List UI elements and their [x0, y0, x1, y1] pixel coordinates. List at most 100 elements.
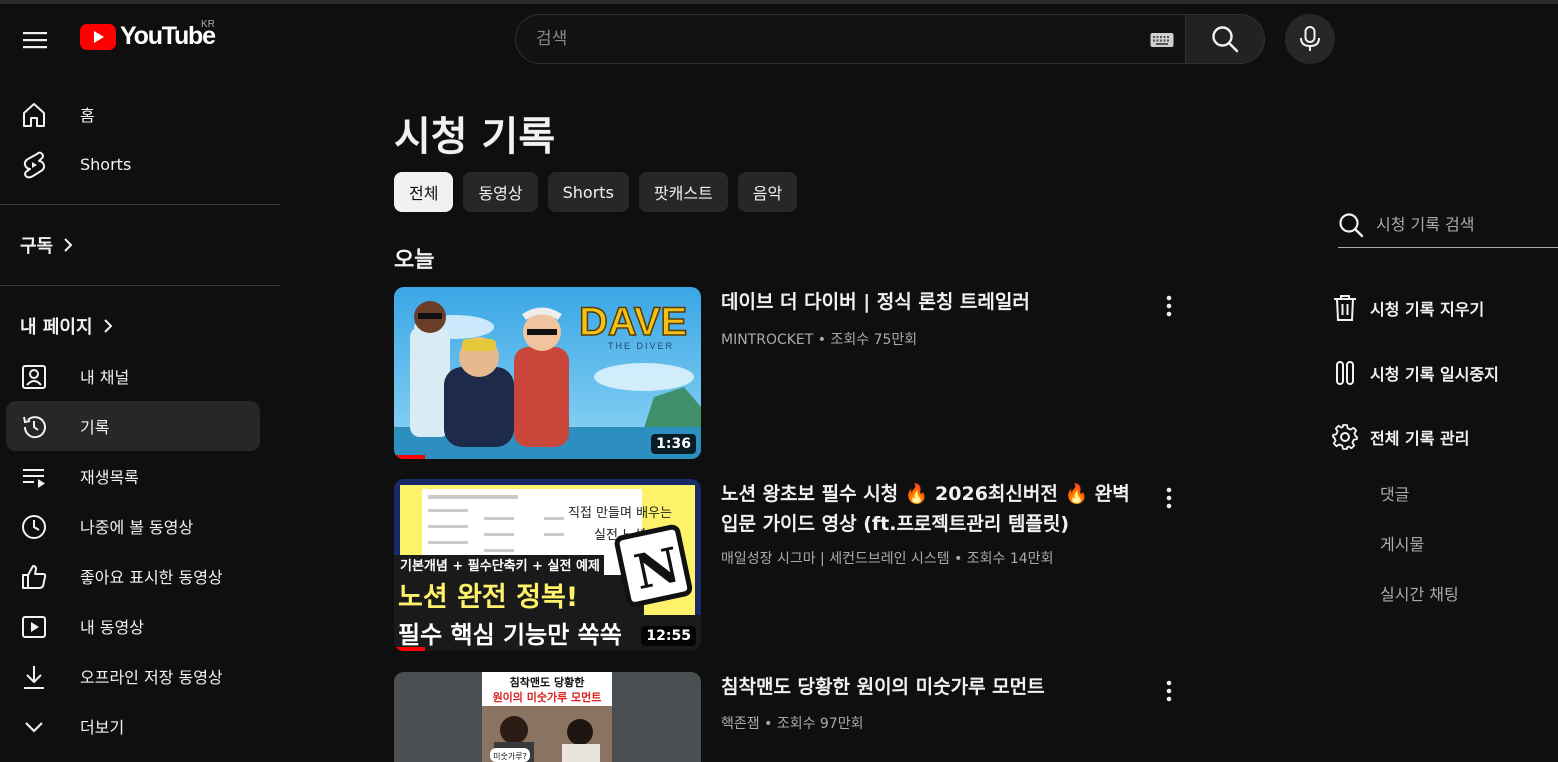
thumb-notion-handwriting-1: 직접 만들며 배우는 [568, 506, 672, 521]
window-top-border [0, 0, 1558, 4]
day-section-label: 오늘 [394, 248, 435, 273]
chip-shorts[interactable]: Shorts [547, 172, 629, 212]
video-more-button[interactable] [1154, 291, 1184, 321]
sidebar-item-label: Shorts [80, 154, 132, 174]
chip-music[interactable]: 음악 [737, 172, 798, 212]
sidebar-item-shorts[interactable]: Shorts [6, 139, 260, 189]
sidebar-item-liked-videos[interactable]: 좋아요 표시한 동영상 [6, 551, 260, 601]
third-video-thumbnail-art: 침착맨도 당황한 원이의 미숫가루 모먼트 미숫가루? [394, 672, 701, 762]
filter-chips: 전체 동영상 Shorts 팟캐스트 음악 [394, 172, 798, 212]
video-item: 직접 만들며 배우는 실전 노션 기본개념 + 필수단축키 + 실전 예제 노션… [394, 479, 1194, 659]
video-views: 조회수 14만회 [966, 551, 1054, 567]
my-page-label: 내 페이지 [20, 317, 93, 338]
manage-history-label: 전체 기록 관리 [1370, 429, 1470, 448]
sidebar-item-label: 오프라인 저장 동영상 [80, 668, 223, 687]
search-icon [1339, 212, 1364, 237]
pause-icon [1336, 361, 1354, 385]
thumb-dave-logo: DAVE [579, 300, 687, 344]
thumb-notion-big-1: 노션 완전 정복! [398, 582, 578, 613]
search-box[interactable] [515, 14, 1186, 64]
sidebar-item-label: 기록 [80, 418, 110, 437]
thumb-third-title-1: 침착맨도 당황한 [510, 675, 585, 689]
video-more-button[interactable] [1154, 483, 1184, 513]
history-sub-live-chat[interactable]: 실시간 채팅 [1380, 581, 1459, 605]
video-channel[interactable]: 매일성장 시그마 | 세컨드브레인 시스템 [721, 551, 950, 567]
sidebar-item-label: 좋아요 표시한 동영상 [80, 568, 223, 587]
pause-history-button[interactable]: 시청 기록 일시중지 [1332, 360, 1499, 386]
sidebar-item-label: 홈 [80, 106, 95, 125]
video-thumbnail[interactable]: 침착맨도 당황한 원이의 미숫가루 모먼트 미숫가루? [394, 672, 701, 762]
video-meta: 핵존잼 • 조회수 97만회 [721, 713, 863, 733]
video-duration: 12:55 [641, 626, 696, 646]
youtube-logo[interactable]: YouTube [80, 22, 216, 51]
sidebar-item-downloads[interactable]: 오프라인 저장 동영상 [6, 651, 260, 701]
shorts-icon [20, 151, 48, 179]
video-title[interactable]: 데이브 더 다이버 | 정식 론칭 트레일러 [721, 287, 1151, 317]
meta-separator: • [954, 551, 967, 567]
sidebar-item-my-videos[interactable]: 내 동영상 [6, 601, 260, 651]
sidebar-item-playlists[interactable]: 재생목록 [6, 451, 260, 501]
video-title[interactable]: 노션 왕초보 필수 시청 🔥 2026최신버전 🔥 완벽 입문 가이드 영상 (… [721, 479, 1151, 539]
watch-later-icon [20, 513, 48, 541]
chip-all[interactable]: 전체 [394, 172, 454, 212]
video-meta: MINTROCKET • 조회수 75만회 [721, 329, 917, 349]
subscriptions-section-header[interactable]: 구독 [20, 232, 73, 258]
search-input[interactable] [536, 29, 1136, 49]
channel-icon [20, 363, 48, 391]
video-duration: 1:36 [651, 434, 696, 454]
history-sub-comments[interactable]: 댓글 [1380, 481, 1409, 505]
video-thumbnail[interactable]: DAVE THE DIVER 1:36 [394, 287, 701, 459]
like-icon [20, 563, 48, 591]
microphone-icon [1300, 26, 1320, 51]
chevron-right-icon [64, 238, 73, 252]
my-videos-icon [20, 613, 48, 641]
history-search-box[interactable] [1338, 202, 1558, 248]
meta-separator: • [764, 716, 777, 732]
search-button[interactable] [1185, 14, 1265, 64]
playlist-icon [20, 463, 48, 491]
chevron-right-icon [103, 319, 112, 333]
video-meta: 매일성장 시그마 | 세컨드브레인 시스템 • 조회수 14만회 [721, 548, 1053, 568]
sidebar-divider [0, 285, 280, 286]
home-icon [20, 101, 48, 129]
pause-history-label: 시청 기록 일시중지 [1370, 365, 1499, 384]
sidebar-item-label: 더보기 [80, 718, 125, 737]
chevron-down-icon [20, 713, 48, 741]
more-vertical-icon [1166, 680, 1172, 702]
trash-icon [1334, 295, 1356, 321]
sidebar-item-label: 내 채널 [80, 368, 130, 387]
chip-videos[interactable]: 동영상 [463, 172, 538, 212]
history-sub-posts[interactable]: 게시물 [1380, 531, 1424, 555]
sidebar-item-label: 재생목록 [80, 468, 139, 487]
meta-separator: • [817, 332, 831, 348]
sidebar-item-history[interactable]: 기록 [6, 401, 260, 451]
video-title[interactable]: 침착맨도 당황한 원이의 미숫가루 모먼트 [721, 672, 1151, 702]
voice-search-button[interactable] [1285, 14, 1335, 64]
region-code: KR [201, 19, 215, 30]
hamburger-icon [23, 32, 47, 49]
chip-podcasts[interactable]: 팟캐스트 [638, 172, 728, 212]
history-search-input[interactable] [1376, 215, 1546, 234]
thumb-notion-band: 기본개념 + 필수단축키 + 실전 예제 [400, 558, 600, 574]
my-page-section-header[interactable]: 내 페이지 [20, 313, 113, 339]
video-item: DAVE THE DIVER 1:36 데이브 더 다이버 | 정식 론칭 트레… [394, 287, 1194, 467]
menu-button[interactable] [14, 20, 56, 60]
sidebar-item-home[interactable]: 홈 [6, 89, 260, 139]
video-channel[interactable]: 핵존잼 [721, 716, 760, 732]
sidebar-item-watch-later[interactable]: 나중에 볼 동영상 [6, 501, 260, 551]
search-icon [1212, 26, 1239, 53]
video-views: 조회수 75만회 [830, 332, 918, 348]
clear-history-button[interactable]: 시청 기록 지우기 [1332, 294, 1484, 322]
history-icon [20, 413, 48, 441]
page-title: 시청 기록 [394, 114, 556, 160]
sidebar-item-show-more[interactable]: 더보기 [6, 701, 260, 751]
keyboard-icon[interactable] [1150, 32, 1174, 48]
download-icon [20, 663, 48, 691]
thumb-third-title-2: 원이의 미숫가루 모먼트 [493, 690, 602, 704]
video-more-button[interactable] [1154, 676, 1184, 706]
video-thumbnail[interactable]: 직접 만들며 배우는 실전 노션 기본개념 + 필수단축키 + 실전 예제 노션… [394, 479, 701, 651]
manage-history-button[interactable]: 전체 기록 관리 [1332, 424, 1469, 450]
sidebar-item-my-channel[interactable]: 내 채널 [6, 351, 260, 401]
thumb-dave-subtitle: THE DIVER [608, 341, 674, 351]
video-channel[interactable]: MINTROCKET [721, 332, 813, 348]
